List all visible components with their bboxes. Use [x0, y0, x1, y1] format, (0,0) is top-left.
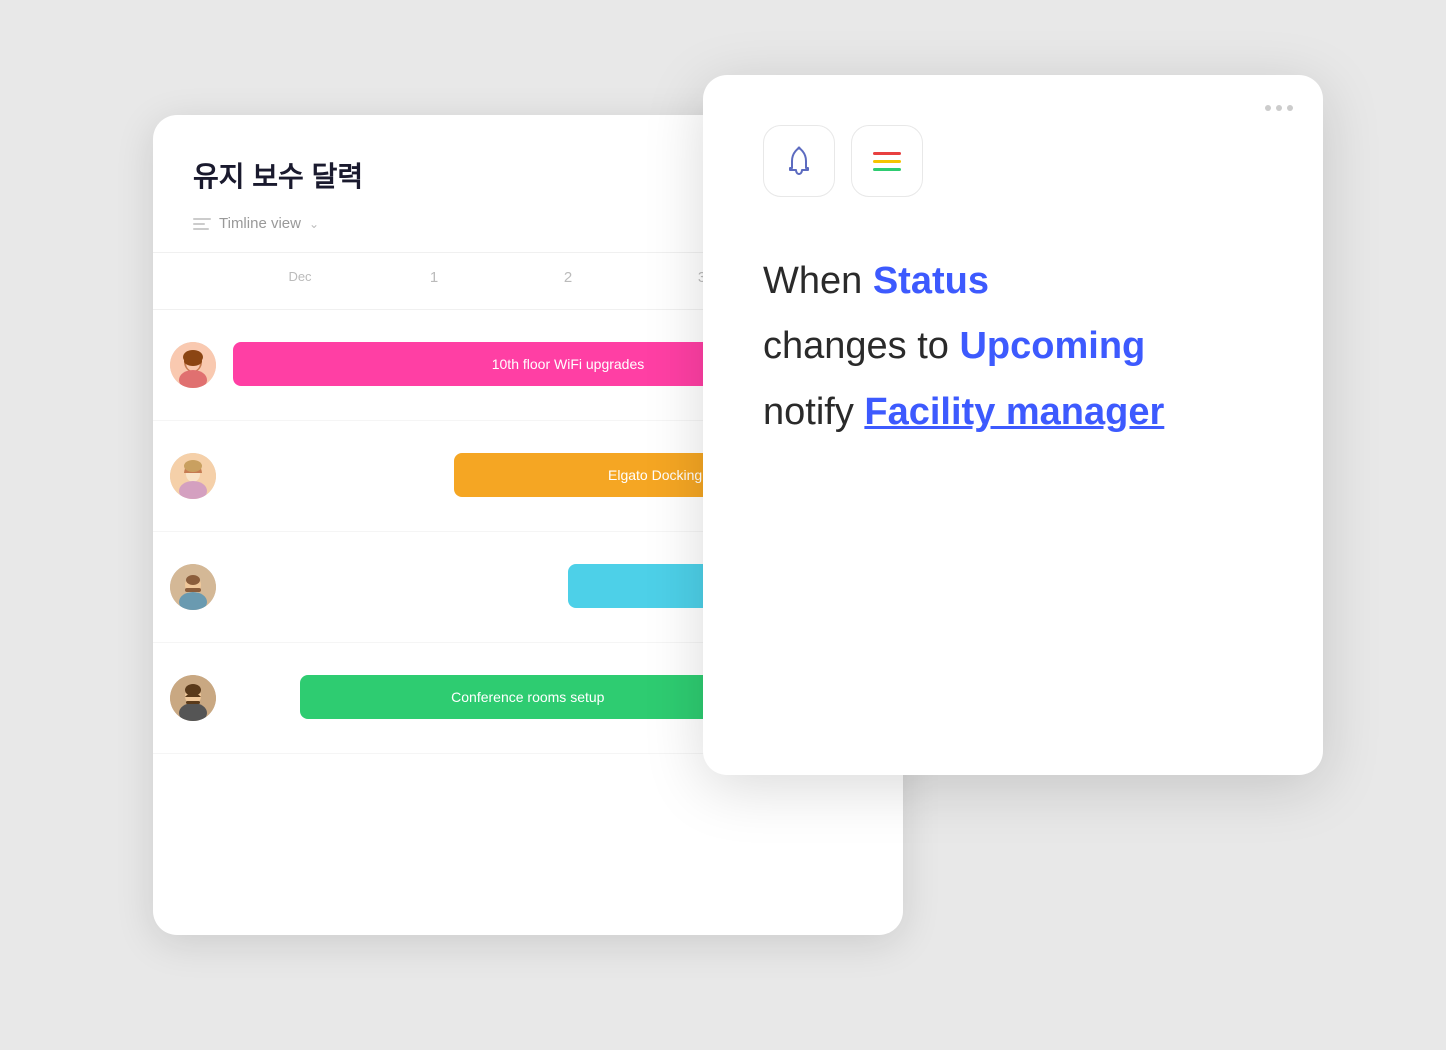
day-1: 1 — [367, 269, 501, 286]
menu-button[interactable] — [851, 125, 923, 197]
task-conference-label: Conference rooms setup — [451, 689, 604, 705]
avatar-face-2 — [170, 453, 216, 499]
month-label: Dec — [233, 269, 367, 284]
avatar-face-3 — [170, 564, 216, 610]
avatar-face-1 — [170, 342, 216, 388]
date-col-2: 2 — [501, 269, 635, 301]
scene: 유지 보수 달력 Timline view ⌄ Dec 1 — [123, 75, 1323, 975]
notif-line-1: When Status — [763, 257, 1263, 306]
notification-card: When Status changes to Upcoming notify F… — [703, 75, 1323, 775]
avatar-img-2 — [170, 453, 216, 499]
avatar-img-3 — [170, 564, 216, 610]
avatar-img-4 — [170, 675, 216, 721]
avatar-face-4 — [170, 675, 216, 721]
task-conference[interactable]: Conference rooms setup — [300, 675, 756, 719]
date-col-1: 1 — [367, 269, 501, 301]
avatar-1 — [153, 342, 233, 388]
task-elgato-label: Elgato Docking — [608, 467, 702, 483]
chevron-down-icon: ⌄ — [309, 217, 319, 231]
icons-row — [763, 125, 1263, 197]
task-wifi-label: 10th floor WiFi upgrades — [492, 356, 645, 372]
notif-notify-plain: notify — [763, 391, 864, 433]
timeline-icon — [193, 218, 211, 230]
notif-upcoming-highlight: Upcoming — [959, 325, 1145, 367]
day-2: 2 — [501, 269, 635, 286]
notif-line-2: changes to Upcoming — [763, 322, 1263, 371]
notif-facility-highlight: Facility manager — [864, 391, 1164, 433]
bell-button[interactable] — [763, 125, 835, 197]
avatar-2 — [153, 453, 233, 499]
avatar-img-1 — [170, 342, 216, 388]
avatar-3 — [153, 564, 233, 610]
avatar-spacer — [153, 269, 233, 301]
avatar-4 — [153, 675, 233, 721]
notif-changes-plain: changes to — [763, 325, 959, 367]
view-label: Timline view — [219, 215, 301, 232]
notif-when-plain: When — [763, 260, 873, 302]
notif-status-highlight: Status — [873, 260, 989, 302]
date-col-dec: Dec — [233, 269, 367, 301]
more-options-icon[interactable] — [1265, 105, 1293, 111]
notification-text: When Status changes to Upcoming notify F… — [763, 257, 1263, 437]
menu-lines-icon — [873, 152, 901, 171]
notif-line-3: notify Facility manager — [763, 388, 1263, 437]
